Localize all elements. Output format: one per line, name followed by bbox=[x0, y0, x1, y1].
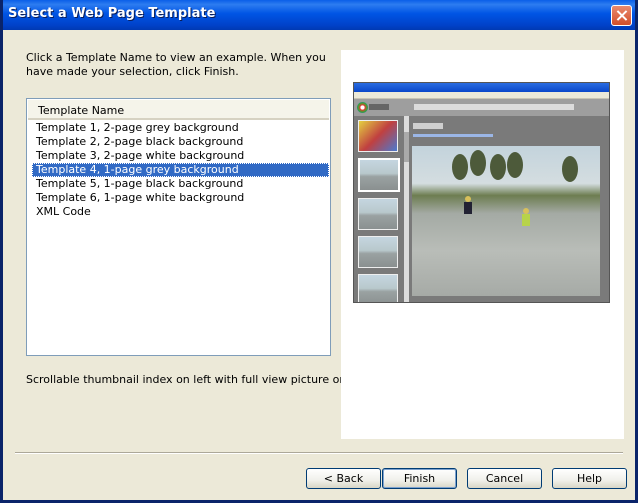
template-preview-panel bbox=[341, 50, 624, 439]
list-item[interactable]: Template 5, 1-page black background bbox=[32, 177, 329, 191]
skatepark-photo bbox=[412, 146, 600, 296]
thumbnail-strip bbox=[354, 116, 404, 302]
list-item-selected[interactable]: Template 4, 1-page grey background bbox=[32, 163, 329, 177]
template-preview-image bbox=[353, 82, 610, 303]
thumbnail bbox=[358, 158, 400, 192]
column-header-template-name[interactable]: Template Name bbox=[28, 100, 329, 120]
dialog-window: Select a Web Page Template Click a Templ… bbox=[0, 0, 638, 503]
instructions-text: Click a Template Name to view an example… bbox=[26, 51, 326, 78]
window-title: Select a Web Page Template bbox=[8, 6, 216, 21]
template-description: Scrollable thumbnail index on left with … bbox=[26, 373, 380, 386]
title-bar[interactable]: Select a Web Page Template bbox=[3, 0, 635, 30]
template-list[interactable]: Template Name Template 1, 2-page grey ba… bbox=[26, 98, 331, 356]
close-button[interactable] bbox=[611, 5, 632, 26]
separator bbox=[15, 452, 623, 454]
back-button[interactable]: < Back bbox=[306, 468, 381, 489]
thumbnail bbox=[358, 274, 398, 302]
thumbnail bbox=[358, 236, 398, 268]
full-view-pane bbox=[409, 116, 609, 302]
help-button[interactable]: Help bbox=[552, 468, 627, 489]
list-item[interactable]: Template 1, 2-page grey background bbox=[32, 121, 329, 135]
thumbnail bbox=[358, 198, 398, 230]
list-item[interactable]: Template 3, 2-page white background bbox=[32, 149, 329, 163]
list-item[interactable]: Template 2, 2-page black background bbox=[32, 135, 329, 149]
finish-button[interactable]: Finish bbox=[382, 468, 457, 489]
thumbnail bbox=[358, 120, 398, 152]
cancel-button[interactable]: Cancel bbox=[467, 468, 542, 489]
list-item[interactable]: Template 6, 1-page white background bbox=[32, 191, 329, 205]
picasa-logo-icon bbox=[357, 102, 368, 113]
list-item[interactable]: XML Code bbox=[32, 205, 329, 219]
